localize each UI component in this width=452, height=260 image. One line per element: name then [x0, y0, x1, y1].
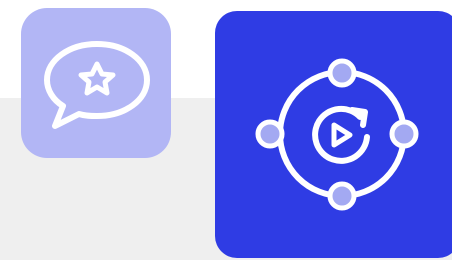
chat-star-app-tile[interactable]	[21, 8, 171, 158]
orbit-node-top	[327, 58, 357, 88]
chat-bubble-star-icon	[44, 41, 150, 129]
replay-orbit-app-tile[interactable]	[215, 11, 452, 258]
replay-video-orbit-icon	[255, 58, 419, 211]
orbit-node-left	[255, 119, 285, 149]
orbit-node-right	[389, 119, 419, 149]
orbit-node-bottom	[327, 181, 357, 211]
